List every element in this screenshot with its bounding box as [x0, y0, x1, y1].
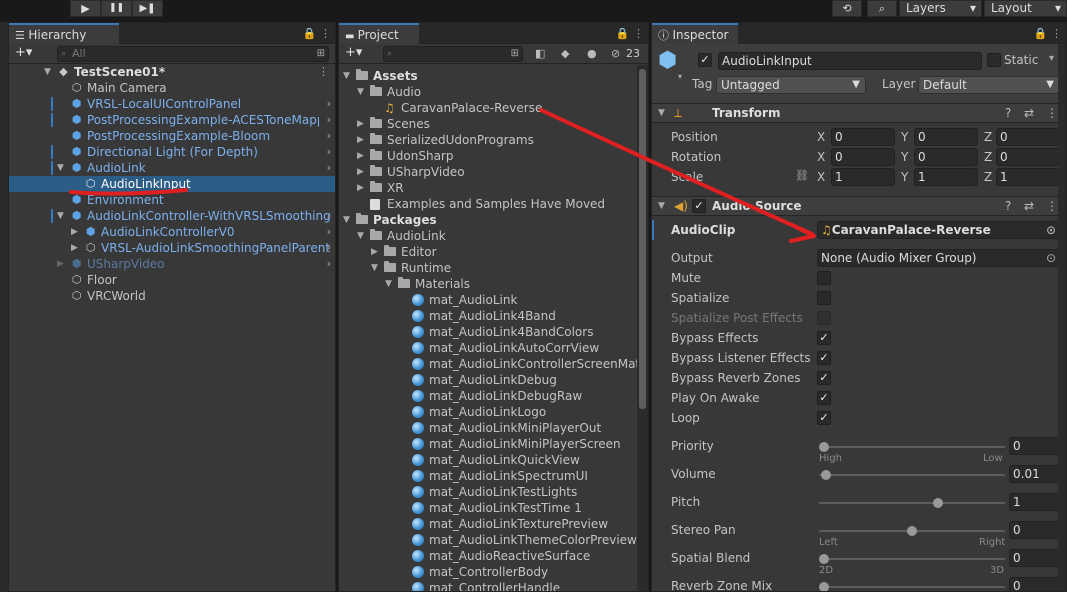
annotation-underline: [69, 188, 188, 196]
annotation-overlay: [69, 108, 816, 243]
arrow-head-icon: [789, 223, 816, 243]
annotation-arrow: [539, 108, 814, 236]
